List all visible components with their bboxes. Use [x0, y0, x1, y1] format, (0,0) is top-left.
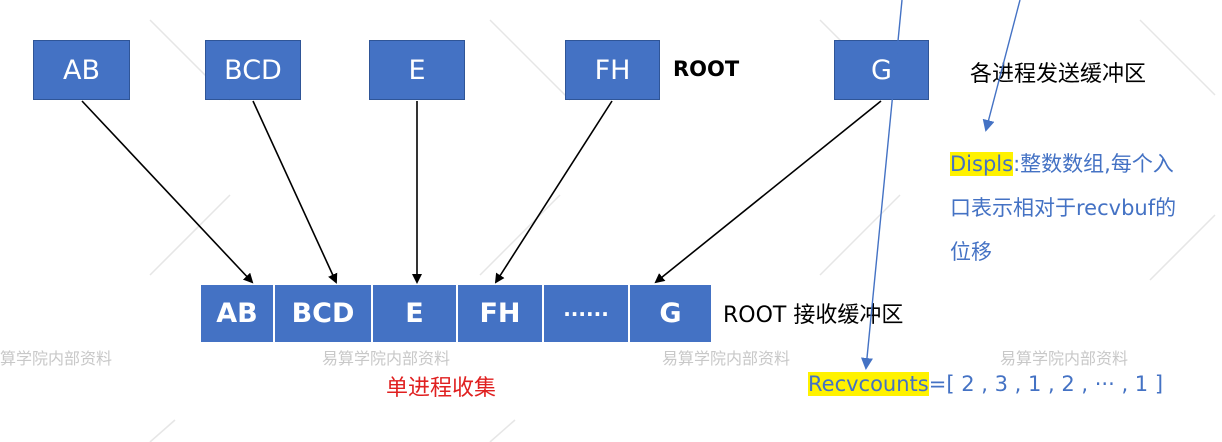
arrow-layer [81, 0, 1021, 370]
gather-arrow [654, 100, 882, 284]
recvcounts-pointer [861, 0, 903, 370]
displs-pointer [982, 0, 1021, 132]
gather-arrow [81, 100, 254, 284]
gather-arrow [252, 100, 338, 284]
gather-arrow [494, 100, 613, 284]
